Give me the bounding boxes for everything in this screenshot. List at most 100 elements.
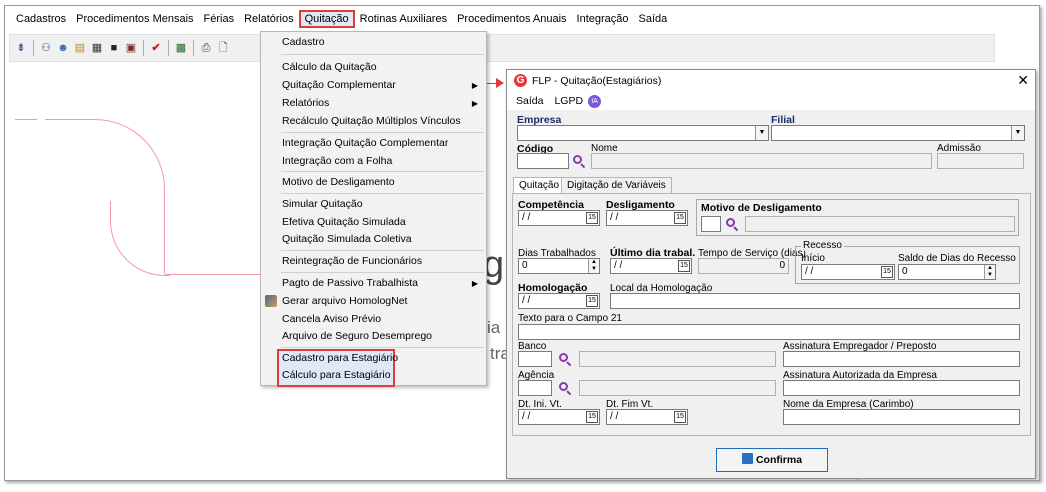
tab-digitacao-variaveis[interactable]: Digitação de Variáveis xyxy=(561,177,672,194)
quitacao-dropdown-menu: Cadastro Cálculo da Quitação Quitação Co… xyxy=(260,31,487,387)
menu-item-seguro-desemprego[interactable]: Arquivo de Seguro Desemprego xyxy=(261,328,486,345)
spinner-icon[interactable]: ▲ ▼ xyxy=(984,265,995,279)
toolbar-separator xyxy=(168,40,169,56)
assinatura-empregador-field[interactable] xyxy=(783,351,1020,367)
menu-lgpd[interactable]: LGPD xyxy=(554,95,583,107)
dialog-menubar: Saída LGPD IA xyxy=(507,92,1035,110)
menu-separator xyxy=(281,132,484,133)
search-icon[interactable] xyxy=(558,352,572,367)
users-icon[interactable]: ⚇ xyxy=(39,41,53,55)
submenu-arrow-icon: ▶ xyxy=(471,99,478,108)
calendar-icon[interactable]: 15 xyxy=(674,411,686,423)
menu-item-cancela-aviso[interactable]: Cancela Aviso Prévio xyxy=(261,311,486,328)
menu-item-recalculo[interactable]: Recálculo Quitação Múltiplos Vínculos xyxy=(261,113,486,130)
menu-rotinas-auxiliares[interactable]: Rotinas Auxiliares xyxy=(355,10,452,28)
menu-separator xyxy=(281,272,484,273)
menu-procedimentos-mensais[interactable]: Procedimentos Mensais xyxy=(71,10,198,28)
menu-integracao[interactable]: Integração xyxy=(572,10,634,28)
chevron-down-icon[interactable]: ▼ xyxy=(755,126,768,140)
confirma-button[interactable]: Confirma xyxy=(716,448,828,472)
menu-separator xyxy=(281,250,484,251)
menu-item-passivo-trabalhista[interactable]: Pagto de Passivo Trabalhista ▶ xyxy=(261,275,486,292)
down-arrow-icon[interactable]: ⇟ xyxy=(14,41,28,55)
codigo-field[interactable] xyxy=(517,153,569,169)
saldo-recesso-value: 0 xyxy=(902,266,908,277)
menu-item-homolognet[interactable]: Gerar arquivo HomologNet xyxy=(261,293,486,310)
empresa-select[interactable]: ▼ xyxy=(517,125,769,141)
menu-quitacao[interactable]: Quitação xyxy=(298,10,355,28)
date-value: / / xyxy=(522,295,531,306)
menu-item-calculo-estagiario[interactable]: Cálculo para Estagiário xyxy=(261,367,486,384)
menu-item-simular-quitacao[interactable]: Simular Quitação xyxy=(261,196,486,213)
calendar-icon[interactable]: 15 xyxy=(881,266,893,278)
search-icon[interactable] xyxy=(725,217,739,232)
banco-code-field[interactable] xyxy=(518,351,552,367)
calendar-icon[interactable]: 15 xyxy=(586,212,598,224)
nome-empresa-field[interactable] xyxy=(783,409,1020,425)
main-menubar: Cadastros Procedimentos Mensais Férias R… xyxy=(5,6,1039,32)
background-decoration xyxy=(165,274,261,275)
date-value: / / xyxy=(522,212,531,223)
document-icon[interactable]: 🗋 xyxy=(216,41,230,55)
dt-ini-vt-field[interactable]: / / 15 xyxy=(518,409,600,425)
calendar-icon[interactable]: 15 xyxy=(586,295,598,307)
calendar-icon[interactable]: 15 xyxy=(586,411,598,423)
dias-trabalhados-value: 0 xyxy=(522,260,528,271)
background-decoration xyxy=(15,119,37,120)
menu-item-quitacao-complementar[interactable]: Quitação Complementar ▶ xyxy=(261,77,486,94)
spinner-icon[interactable]: ▲ ▼ xyxy=(588,259,599,273)
menu-item-efetiva-quitacao[interactable]: Efetiva Quitação Simulada xyxy=(261,214,486,231)
texto-campo21-field[interactable] xyxy=(518,324,1020,340)
date-value: / / xyxy=(614,260,623,271)
menu-item-relatorios[interactable]: Relatórios ▶ xyxy=(261,95,486,112)
menu-item-cadastro-estagiario[interactable]: Cadastro para Estagiário xyxy=(261,350,486,367)
recesso-inicio-field[interactable]: / / 15 xyxy=(801,264,895,280)
menu-item-integracao-folha[interactable]: Integração com a Folha xyxy=(261,153,486,170)
dt-fim-vt-field[interactable]: / / 15 xyxy=(606,409,688,425)
local-homologacao-field[interactable] xyxy=(610,293,1020,309)
agencia-code-field[interactable] xyxy=(518,380,552,396)
menu-ferias[interactable]: Férias xyxy=(199,10,240,28)
search-icon[interactable] xyxy=(572,154,586,169)
competencia-field[interactable]: / / 15 xyxy=(518,210,600,226)
search-icon[interactable] xyxy=(558,381,572,396)
confirma-label: Confirma xyxy=(755,454,803,466)
desligamento-field[interactable]: / / 15 xyxy=(606,210,688,226)
menu-cadastros[interactable]: Cadastros xyxy=(11,10,71,28)
ia-badge[interactable]: IA xyxy=(588,94,602,108)
chevron-down-icon[interactable]: ▼ xyxy=(1011,126,1024,140)
ultimo-dia-field[interactable]: / / 15 xyxy=(610,258,692,274)
homologacao-field[interactable]: / / 15 xyxy=(518,293,600,309)
menu-item-cadastro[interactable]: Cadastro xyxy=(261,34,486,51)
calculator-icon[interactable]: ▦ xyxy=(90,41,104,55)
recesso-label: Recesso xyxy=(801,240,844,251)
check-icon[interactable]: ✔ xyxy=(149,41,163,55)
saldo-recesso-field[interactable]: 0 ▲ ▼ xyxy=(898,264,996,280)
menu-item-calculo-quitacao[interactable]: Cálculo da Quitação xyxy=(261,59,486,76)
calendar-icon[interactable]: 15 xyxy=(674,212,686,224)
user-add-icon[interactable]: ☻ xyxy=(56,41,70,55)
menu-item-reintegracao[interactable]: Reintegração de Funcionários xyxy=(261,253,486,270)
folder-icon[interactable]: ▤ xyxy=(73,41,87,55)
menu-item-quitacao-coletiva[interactable]: Quitação Simulada Coletiva xyxy=(261,231,486,248)
tab-quitacao[interactable]: Quitação xyxy=(513,177,566,194)
motivo-code-field[interactable] xyxy=(701,216,721,232)
calendar-icon[interactable]: 15 xyxy=(678,260,690,272)
assinatura-empresa-field[interactable] xyxy=(783,380,1020,396)
dialog-title: FLP - Quitação(Estagiários) xyxy=(532,75,662,87)
menu-relatorios[interactable]: Relatórios xyxy=(239,10,299,28)
menu-item-motivo-desligamento[interactable]: Motivo de Desligamento xyxy=(261,174,486,191)
report-icon[interactable]: ▣ xyxy=(124,41,138,55)
close-icon[interactable]: ✕ xyxy=(1017,72,1029,89)
recesso-groupbox: Recesso Início / / 15 Saldo de Dias do R… xyxy=(795,240,1020,284)
menu-procedimentos-anuais[interactable]: Procedimentos Anuais xyxy=(452,10,571,28)
filial-select[interactable]: ▼ xyxy=(771,125,1025,141)
print-icon[interactable]: ⎙ xyxy=(199,41,213,55)
menu-item-integracao-complementar[interactable]: Integração Quitação Complementar xyxy=(261,135,486,152)
menu-saida[interactable]: Saída xyxy=(634,10,673,28)
save-icon[interactable]: ■ xyxy=(107,41,121,55)
menu-saida[interactable]: Saída xyxy=(516,95,543,107)
chart-icon[interactable]: ▩ xyxy=(174,41,188,55)
dias-trabalhados-field[interactable]: 0 ▲ ▼ xyxy=(518,258,600,274)
date-value: / / xyxy=(610,212,619,223)
